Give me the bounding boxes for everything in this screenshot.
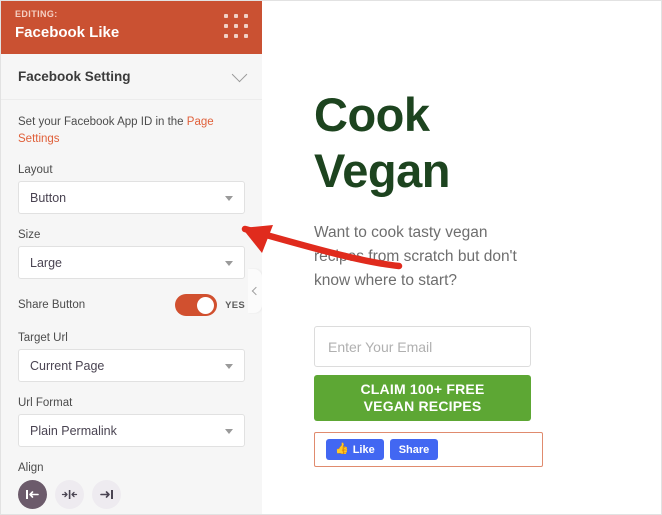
caret-down-icon (225, 261, 233, 266)
facebook-like-label: Like (352, 443, 375, 456)
size-label: Size (18, 229, 41, 241)
email-field[interactable]: Enter Your Email (314, 326, 531, 367)
share-button-label: Share Button (18, 299, 86, 311)
facebook-share-label: Share (398, 443, 430, 456)
url-format-label: Url Format (18, 397, 73, 409)
cta-line-1: CLAIM 100+ FREE (360, 381, 485, 397)
layout-label: Layout (18, 164, 53, 176)
align-label: Align (18, 462, 44, 474)
layout-select[interactable]: Button (18, 181, 245, 214)
app-id-help-text: Set your Facebook App ID in the Page Set… (18, 114, 245, 148)
layout-value: Button (30, 190, 67, 205)
size-value: Large (30, 255, 62, 270)
target-url-select[interactable]: Current Page (18, 349, 245, 382)
share-button-toggle-wrap: YES (175, 294, 245, 316)
share-button-state: YES (225, 299, 245, 311)
caret-down-icon (225, 196, 233, 201)
claim-recipes-button[interactable]: CLAIM 100+ FREE VEGAN RECIPES (314, 375, 531, 421)
caret-down-icon (225, 429, 233, 434)
align-right-icon (100, 490, 113, 499)
facebook-like-button[interactable]: 👍 Like (326, 439, 384, 460)
sidebar-collapse-handle[interactable] (248, 269, 262, 313)
facebook-like-widget: 👍 Like Share (314, 432, 543, 467)
caret-down-icon (225, 364, 233, 369)
page-preview: Cook Vegan Want to cook tasty vegan reci… (262, 1, 661, 514)
align-button-group (18, 480, 245, 509)
align-center-icon (61, 490, 78, 499)
page-title: Cook Vegan (314, 88, 450, 197)
align-left-button[interactable] (18, 480, 47, 509)
chevron-left-icon (251, 286, 261, 296)
url-format-select[interactable]: Plain Permalink (18, 414, 245, 447)
url-format-value: Plain Permalink (30, 423, 117, 438)
sidebar-header: EDITING: Facebook Like (1, 1, 262, 54)
thumbs-up-icon: 👍 (335, 443, 349, 455)
panel-title: Facebook Setting (18, 69, 131, 84)
toggle-knob (197, 296, 215, 314)
editing-label: EDITING: (15, 9, 58, 19)
page-subheadline: Want to cook tasty vegan recipes from sc… (314, 224, 517, 289)
share-button-toggle[interactable] (175, 294, 218, 316)
align-center-button[interactable] (55, 480, 84, 509)
facebook-share-button[interactable]: Share (389, 439, 439, 460)
help-text-prefix: Set your Facebook App ID in the (18, 116, 187, 128)
cta-line-2: VEGAN RECIPES (363, 398, 482, 414)
target-url-label: Target Url (18, 332, 68, 344)
share-button-row: Share Button YES (18, 294, 245, 316)
size-select[interactable]: Large (18, 246, 245, 279)
align-left-icon (26, 490, 39, 499)
settings-sidebar: EDITING: Facebook Like Facebook Setting … (1, 1, 262, 514)
facebook-setting-panel-header[interactable]: Facebook Setting (1, 54, 262, 100)
align-right-button[interactable] (92, 480, 121, 509)
chevron-down-icon[interactable] (231, 66, 248, 82)
sidebar-body: Set your Facebook App ID in the Page Set… (1, 100, 262, 509)
editor-window: EDITING: Facebook Like Facebook Setting … (0, 0, 662, 515)
target-url-value: Current Page (30, 358, 105, 373)
grid-dots-icon[interactable] (224, 14, 250, 40)
editing-title: Facebook Like (15, 24, 120, 41)
